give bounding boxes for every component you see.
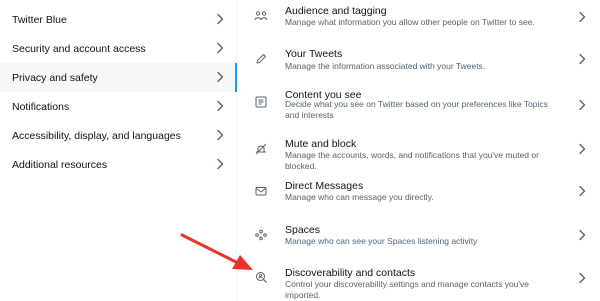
sidebar-item-privacy[interactable]: Privacy and safety [0,63,237,92]
chevron-right-icon [579,229,586,241]
sidebar-item-accessibility[interactable]: Accessibility, display, and languages [0,121,236,150]
sidebar-item-label: Twitter Blue [12,13,67,26]
people-icon [254,11,268,21]
settings-row-discoverability-contacts[interactable]: Discoverability and contacts Control you… [237,260,600,300]
settings-row-your-tweets[interactable]: Your Tweets Manage the information assoc… [237,42,600,76]
row-title: Discoverability and contacts [285,267,416,279]
sidebar-item-security[interactable]: Security and account access [0,34,236,63]
discover-icon [256,272,267,283]
row-description: Control your discoverability settings an… [285,279,530,300]
chevron-right-icon [579,99,586,111]
envelope-icon [255,187,267,196]
row-description: Manage who can message you directly. [285,192,434,202]
row-title: Spaces [285,224,321,236]
row-description: Manage the information associated with y… [285,61,486,71]
row-title: Direct Messages [285,180,364,192]
settings-row-spaces[interactable]: Spaces Manage who can see your Spaces li… [237,218,600,252]
chevron-right-icon [579,143,586,155]
chevron-right-icon [217,158,224,170]
sidebar-item-label: Privacy and safety [12,71,98,84]
pencil-icon [256,54,266,64]
chevron-right-icon [579,11,586,23]
row-title: Your Tweets [285,48,343,60]
sidebar-item-notifications[interactable]: Notifications [0,92,236,121]
sidebar-item-twitter-blue[interactable]: Twitter Blue [0,5,236,34]
settings-row-mute-block[interactable]: Mute and block Manage the accounts, word… [237,134,600,171]
row-description: Manage the accounts, words, and notifica… [285,150,539,171]
sidebar-item-label: Accessibility, display, and languages [12,129,181,142]
row-description: Decide what you see on Twitter based on … [285,99,548,120]
chevron-right-icon [217,13,224,25]
sidebar-item-additional-resources[interactable]: Additional resources [0,150,236,179]
privacy-settings-panel: Audience and tagging Manage what informa… [237,0,600,301]
settings-row-direct-messages[interactable]: Direct Messages Manage who can message y… [237,176,600,210]
chevron-right-icon [217,100,224,112]
row-title: Audience and tagging [285,5,387,17]
mute-icon [255,143,267,155]
chevron-right-icon [217,71,224,83]
chevron-right-icon [579,53,586,65]
sidebar-item-label: Additional resources [12,158,108,171]
settings-sidebar: Twitter Blue Security and account access… [0,0,237,301]
chevron-right-icon [217,42,224,54]
sidebar-item-label: Security and account access [12,42,146,55]
chevron-right-icon [217,129,224,141]
chevron-right-icon [579,185,586,197]
row-title: Mute and block [285,138,357,150]
spaces-icon [255,229,267,241]
settings-row-content-you-see[interactable]: Content you see Decide what you see on T… [237,84,600,128]
row-description: Manage what information you allow other … [285,17,535,27]
content-icon [255,96,267,108]
sidebar-item-label: Notifications [12,100,70,113]
row-description: Manage who can see your Spaces listening… [285,236,478,246]
chevron-right-icon [579,272,586,284]
settings-row-audience-tagging[interactable]: Audience and tagging Manage what informa… [237,0,600,34]
